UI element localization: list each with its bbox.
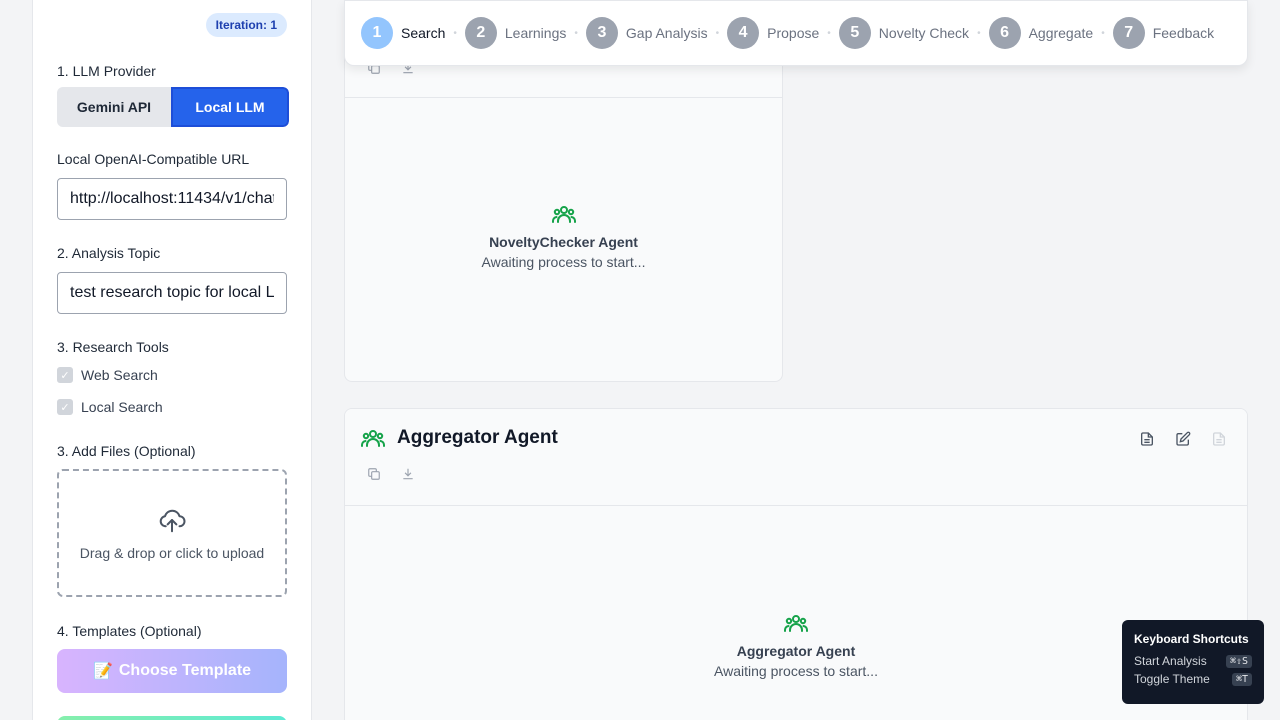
edit-icon[interactable]	[1175, 431, 1191, 447]
local-search-label: Local Search	[81, 399, 163, 415]
step-search[interactable]: 1 Search	[361, 17, 445, 49]
step-label: Novelty Check	[878, 25, 970, 41]
local-search-checkbox[interactable]: ✓	[57, 399, 73, 415]
step-separator: •	[977, 27, 981, 39]
upload-cloud-icon	[157, 505, 187, 535]
step-number: 2	[464, 17, 497, 49]
step-label: Aggregate	[1028, 25, 1094, 41]
local-llm-button[interactable]: Local LLM	[171, 87, 289, 127]
agent-group-icon	[551, 204, 576, 224]
copy-icon[interactable]	[367, 467, 381, 481]
web-search-option[interactable]: ✓ Web Search	[57, 367, 158, 383]
step-number: 6	[988, 17, 1021, 49]
agent-name: NoveltyChecker Agent	[489, 234, 638, 250]
document-icon[interactable]	[1139, 431, 1155, 447]
step-label: Feedback	[1152, 25, 1215, 41]
templates-label: 4. Templates (Optional)	[57, 623, 202, 639]
step-label: Learnings	[504, 25, 567, 41]
add-files-label: 3. Add Files (Optional)	[57, 443, 196, 459]
aggregator-body: Aggregator Agent Awaiting process to sta…	[345, 613, 1247, 679]
step-separator: •	[715, 27, 720, 39]
llm-provider-label: 1. LLM Provider	[57, 63, 156, 79]
memo-icon: 📝	[92, 663, 113, 680]
keyboard-shortcuts-panel: Keyboard Shortcuts Start Analysis ⌘⇧S To…	[1122, 620, 1264, 704]
sidebar: Iteration: 1 1. LLM Provider Gemini API …	[32, 0, 312, 720]
shortcut-keys: ⌘⇧S	[1225, 654, 1252, 668]
step-learnings[interactable]: 2 Learnings	[464, 17, 567, 49]
shortcut-keys: ⌘T	[1231, 672, 1252, 686]
step-number: 3	[585, 17, 618, 49]
step-separator: •	[453, 27, 457, 39]
step-separator: •	[574, 27, 578, 39]
step-feedback[interactable]: 7 Feedback	[1112, 17, 1215, 49]
shortcut-label: Start Analysis	[1134, 654, 1207, 668]
download-icon[interactable]	[401, 467, 415, 481]
step-novelty-check[interactable]: 5 Novelty Check	[838, 17, 970, 49]
step-gap-analysis[interactable]: 3 Gap Analysis	[585, 17, 708, 49]
card-title: Aggregator Agent	[397, 427, 558, 448]
novelty-checker-body: NoveltyChecker Agent Awaiting process to…	[345, 204, 782, 270]
step-aggregate[interactable]: 6 Aggregate	[988, 17, 1094, 49]
step-number: 5	[838, 17, 871, 49]
research-tools-label: 3. Research Tools	[57, 339, 169, 355]
iteration-badge: Iteration: 1	[205, 13, 287, 37]
card-header: Aggregator Agent	[345, 409, 1247, 506]
start-analysis-button[interactable]	[57, 716, 287, 720]
progress-stepper: 1 Search • 2 Learnings • 3 Gap Analysis …	[344, 0, 1248, 66]
step-label: Gap Analysis	[625, 25, 708, 41]
local-url-label: Local OpenAI-Compatible URL	[57, 151, 250, 167]
web-search-checkbox[interactable]: ✓	[57, 367, 73, 383]
agent-status: Awaiting process to start...	[714, 663, 878, 679]
choose-template-label: Choose Template	[118, 662, 252, 679]
step-label: Propose	[767, 25, 820, 41]
step-separator: •	[827, 27, 831, 39]
step-number: 4	[727, 17, 760, 49]
step-propose[interactable]: 4 Propose	[727, 17, 819, 49]
agent-group-icon	[784, 613, 808, 633]
agent-status: Awaiting process to start...	[481, 254, 646, 270]
gemini-api-button[interactable]: Gemini API	[57, 87, 171, 127]
web-search-label: Web Search	[81, 367, 158, 383]
shortcut-label: Toggle Theme	[1134, 672, 1210, 686]
agent-group-icon	[361, 428, 385, 448]
step-label: Search	[401, 25, 446, 41]
llm-provider-toggle: Gemini API Local LLM	[57, 87, 289, 127]
agent-name: Aggregator Agent	[736, 643, 856, 659]
step-number: 7	[1112, 17, 1145, 49]
choose-template-button[interactable]: 📝 Choose Template	[57, 649, 287, 693]
dropzone-text: Drag & drop or click to upload	[79, 545, 265, 561]
shortcuts-title: Keyboard Shortcuts	[1134, 632, 1249, 646]
local-search-option[interactable]: ✓ Local Search	[57, 399, 163, 415]
file-dropzone[interactable]: Drag & drop or click to upload	[57, 469, 287, 597]
document-disabled-icon	[1211, 431, 1227, 447]
analysis-topic-input[interactable]	[57, 272, 287, 314]
shortcut-row: Toggle Theme ⌘T	[1134, 672, 1252, 686]
analysis-topic-label: 2. Analysis Topic	[57, 245, 161, 261]
step-number: 1	[361, 17, 393, 49]
step-separator: •	[1101, 27, 1105, 39]
aggregator-card: Aggregator Agent Aggregator Agent Awaiti…	[344, 408, 1248, 720]
local-url-input[interactable]	[57, 178, 287, 220]
shortcut-row: Start Analysis ⌘⇧S	[1134, 654, 1252, 668]
